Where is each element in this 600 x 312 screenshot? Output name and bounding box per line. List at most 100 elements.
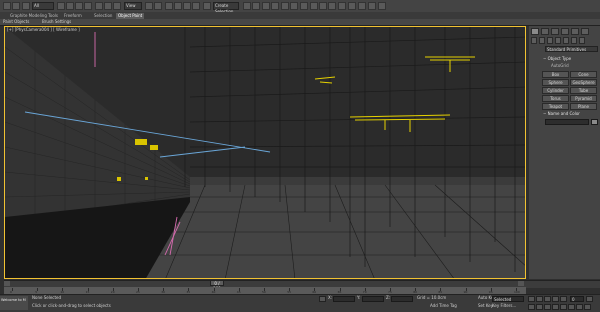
rectangle-selection-icon[interactable] [75, 2, 83, 10]
select-by-name-icon[interactable] [66, 2, 74, 10]
spinner-snap-icon[interactable] [192, 2, 200, 10]
box-button[interactable]: Box [542, 71, 569, 78]
go-to-start-icon[interactable] [528, 296, 535, 302]
zoom-icon[interactable] [528, 304, 535, 310]
previous-frame-icon[interactable] [536, 296, 543, 302]
rendered-frame-window-icon[interactable] [319, 2, 327, 10]
render-iterative-icon[interactable] [338, 2, 346, 10]
render-setup-icon[interactable] [310, 2, 318, 10]
space-warps-icon[interactable] [571, 37, 577, 44]
object-type-rollout-title[interactable]: − Object Type [543, 56, 571, 62]
ribbon-panel-paint-objects[interactable]: Paint Objects [3, 19, 29, 25]
align-icon[interactable] [252, 2, 260, 10]
go-to-end-icon[interactable] [560, 296, 567, 302]
sphere-button[interactable]: Sphere [542, 79, 569, 86]
render-presets-icon[interactable] [378, 2, 386, 10]
slider-right-arrow-icon[interactable] [518, 281, 524, 286]
hierarchy-tab-icon[interactable] [551, 28, 559, 35]
key-filters-button[interactable]: Key Filters... [492, 303, 516, 309]
systems-icon[interactable] [579, 37, 585, 44]
move-icon[interactable] [95, 2, 103, 10]
shapes-icon[interactable] [539, 37, 545, 44]
pan-view-icon[interactable] [568, 304, 575, 310]
maxscript-listener[interactable]: Welcome to M [0, 296, 28, 310]
motion-tab-icon[interactable] [561, 28, 569, 35]
track-tick [12, 288, 13, 291]
cylinder-button[interactable]: Cylinder [542, 87, 569, 94]
edit-named-selection-icon[interactable] [203, 2, 211, 10]
add-time-tag-button[interactable]: Add Time Tag [430, 303, 457, 309]
layer-explorer-icon[interactable] [262, 2, 270, 10]
cone-button[interactable]: Cone [570, 71, 597, 78]
time-slider-thumb[interactable]: 0 / 100 [210, 280, 224, 291]
x-coordinate-field[interactable] [333, 296, 355, 302]
link-icon[interactable] [22, 2, 30, 10]
mirror-icon[interactable] [243, 2, 251, 10]
reference-coordinate-dropdown[interactable]: View [124, 2, 142, 10]
angle-snap-icon[interactable] [174, 2, 182, 10]
environment-icon[interactable] [358, 2, 366, 10]
zoom-extents-icon[interactable] [544, 304, 551, 310]
cameras-icon[interactable] [555, 37, 561, 44]
display-tab-icon[interactable] [571, 28, 579, 35]
tube-button[interactable]: Tube [570, 87, 597, 94]
undo-icon[interactable] [3, 2, 11, 10]
helpers-icon[interactable] [563, 37, 569, 44]
teapot-button[interactable]: Teapot [542, 103, 569, 110]
ribbon-panel-brush-settings[interactable]: Brush Settings [42, 19, 71, 25]
select-object-icon[interactable] [57, 2, 65, 10]
time-configuration-icon[interactable] [586, 296, 593, 302]
field-of-view-icon[interactable] [560, 304, 567, 310]
render-production-icon[interactable] [328, 2, 336, 10]
slider-left-arrow-icon[interactable] [4, 281, 10, 286]
named-selection-dropdown[interactable]: Create Selection Se [213, 2, 239, 20]
z-coordinate-field[interactable] [391, 296, 413, 302]
torus-button[interactable]: Torus [542, 95, 569, 102]
snap-toggle-icon[interactable] [165, 2, 173, 10]
material-editor-icon[interactable] [300, 2, 308, 10]
curve-editor-icon[interactable] [281, 2, 289, 10]
window-crossing-icon[interactable] [84, 2, 92, 10]
pyramid-button[interactable]: Pyramid [570, 95, 597, 102]
scale-icon[interactable] [113, 2, 121, 10]
lock-selection-icon[interactable] [319, 296, 326, 302]
lights-icon[interactable] [547, 37, 553, 44]
play-icon[interactable] [544, 296, 551, 302]
select-manipulate-icon[interactable] [154, 2, 162, 10]
zoom-extents-all-icon[interactable] [552, 304, 559, 310]
percent-snap-icon[interactable] [183, 2, 191, 10]
selection-filter-dropdown[interactable]: All [32, 2, 54, 10]
set-key-button[interactable]: Set Key [478, 303, 493, 309]
effects-icon[interactable] [368, 2, 376, 10]
y-coordinate-field[interactable] [362, 296, 384, 302]
maximize-viewport-icon[interactable] [584, 304, 591, 310]
name-color-rollout-title[interactable]: − Name and Color [543, 111, 580, 117]
schematic-view-icon[interactable] [290, 2, 298, 10]
next-frame-icon[interactable] [552, 296, 559, 302]
create-tab-icon[interactable] [531, 28, 539, 35]
prompt-line: Click or click-and-drag to select object… [32, 303, 111, 308]
utilities-tab-icon[interactable] [581, 28, 589, 35]
orbit-icon[interactable] [576, 304, 583, 310]
geosphere-button[interactable]: GeoSphere [570, 79, 597, 86]
render-cloud-icon[interactable] [348, 2, 356, 10]
key-selection-dropdown[interactable]: Selected [492, 296, 524, 302]
redo-icon[interactable] [12, 2, 20, 10]
grid-size: Grid = 10.0cm [417, 295, 447, 300]
object-color-swatch[interactable] [591, 119, 598, 125]
rotate-icon[interactable] [104, 2, 112, 10]
rollout-toggle-icon: − [543, 111, 547, 116]
plane-button[interactable]: Plane [570, 103, 597, 110]
scene-explorer-icon[interactable] [271, 2, 279, 10]
viewport-label[interactable]: [+] [PhysCamera004 ] [ Wireframe ] [7, 27, 80, 33]
zoom-all-icon[interactable] [536, 304, 543, 310]
perspective-viewport[interactable] [4, 26, 526, 279]
current-frame-field[interactable]: 0 [570, 296, 584, 302]
primitive-category-dropdown[interactable]: Standard Primitives [545, 46, 598, 52]
geometry-icon[interactable] [531, 37, 537, 44]
pivot-icon[interactable] [145, 2, 153, 10]
autogrid-checkbox[interactable]: AutoGrid [551, 63, 569, 69]
modify-tab-icon[interactable] [541, 28, 549, 35]
object-name-field[interactable] [545, 119, 589, 125]
command-panel: Standard Primitives − Object Type AutoGr… [529, 26, 600, 279]
